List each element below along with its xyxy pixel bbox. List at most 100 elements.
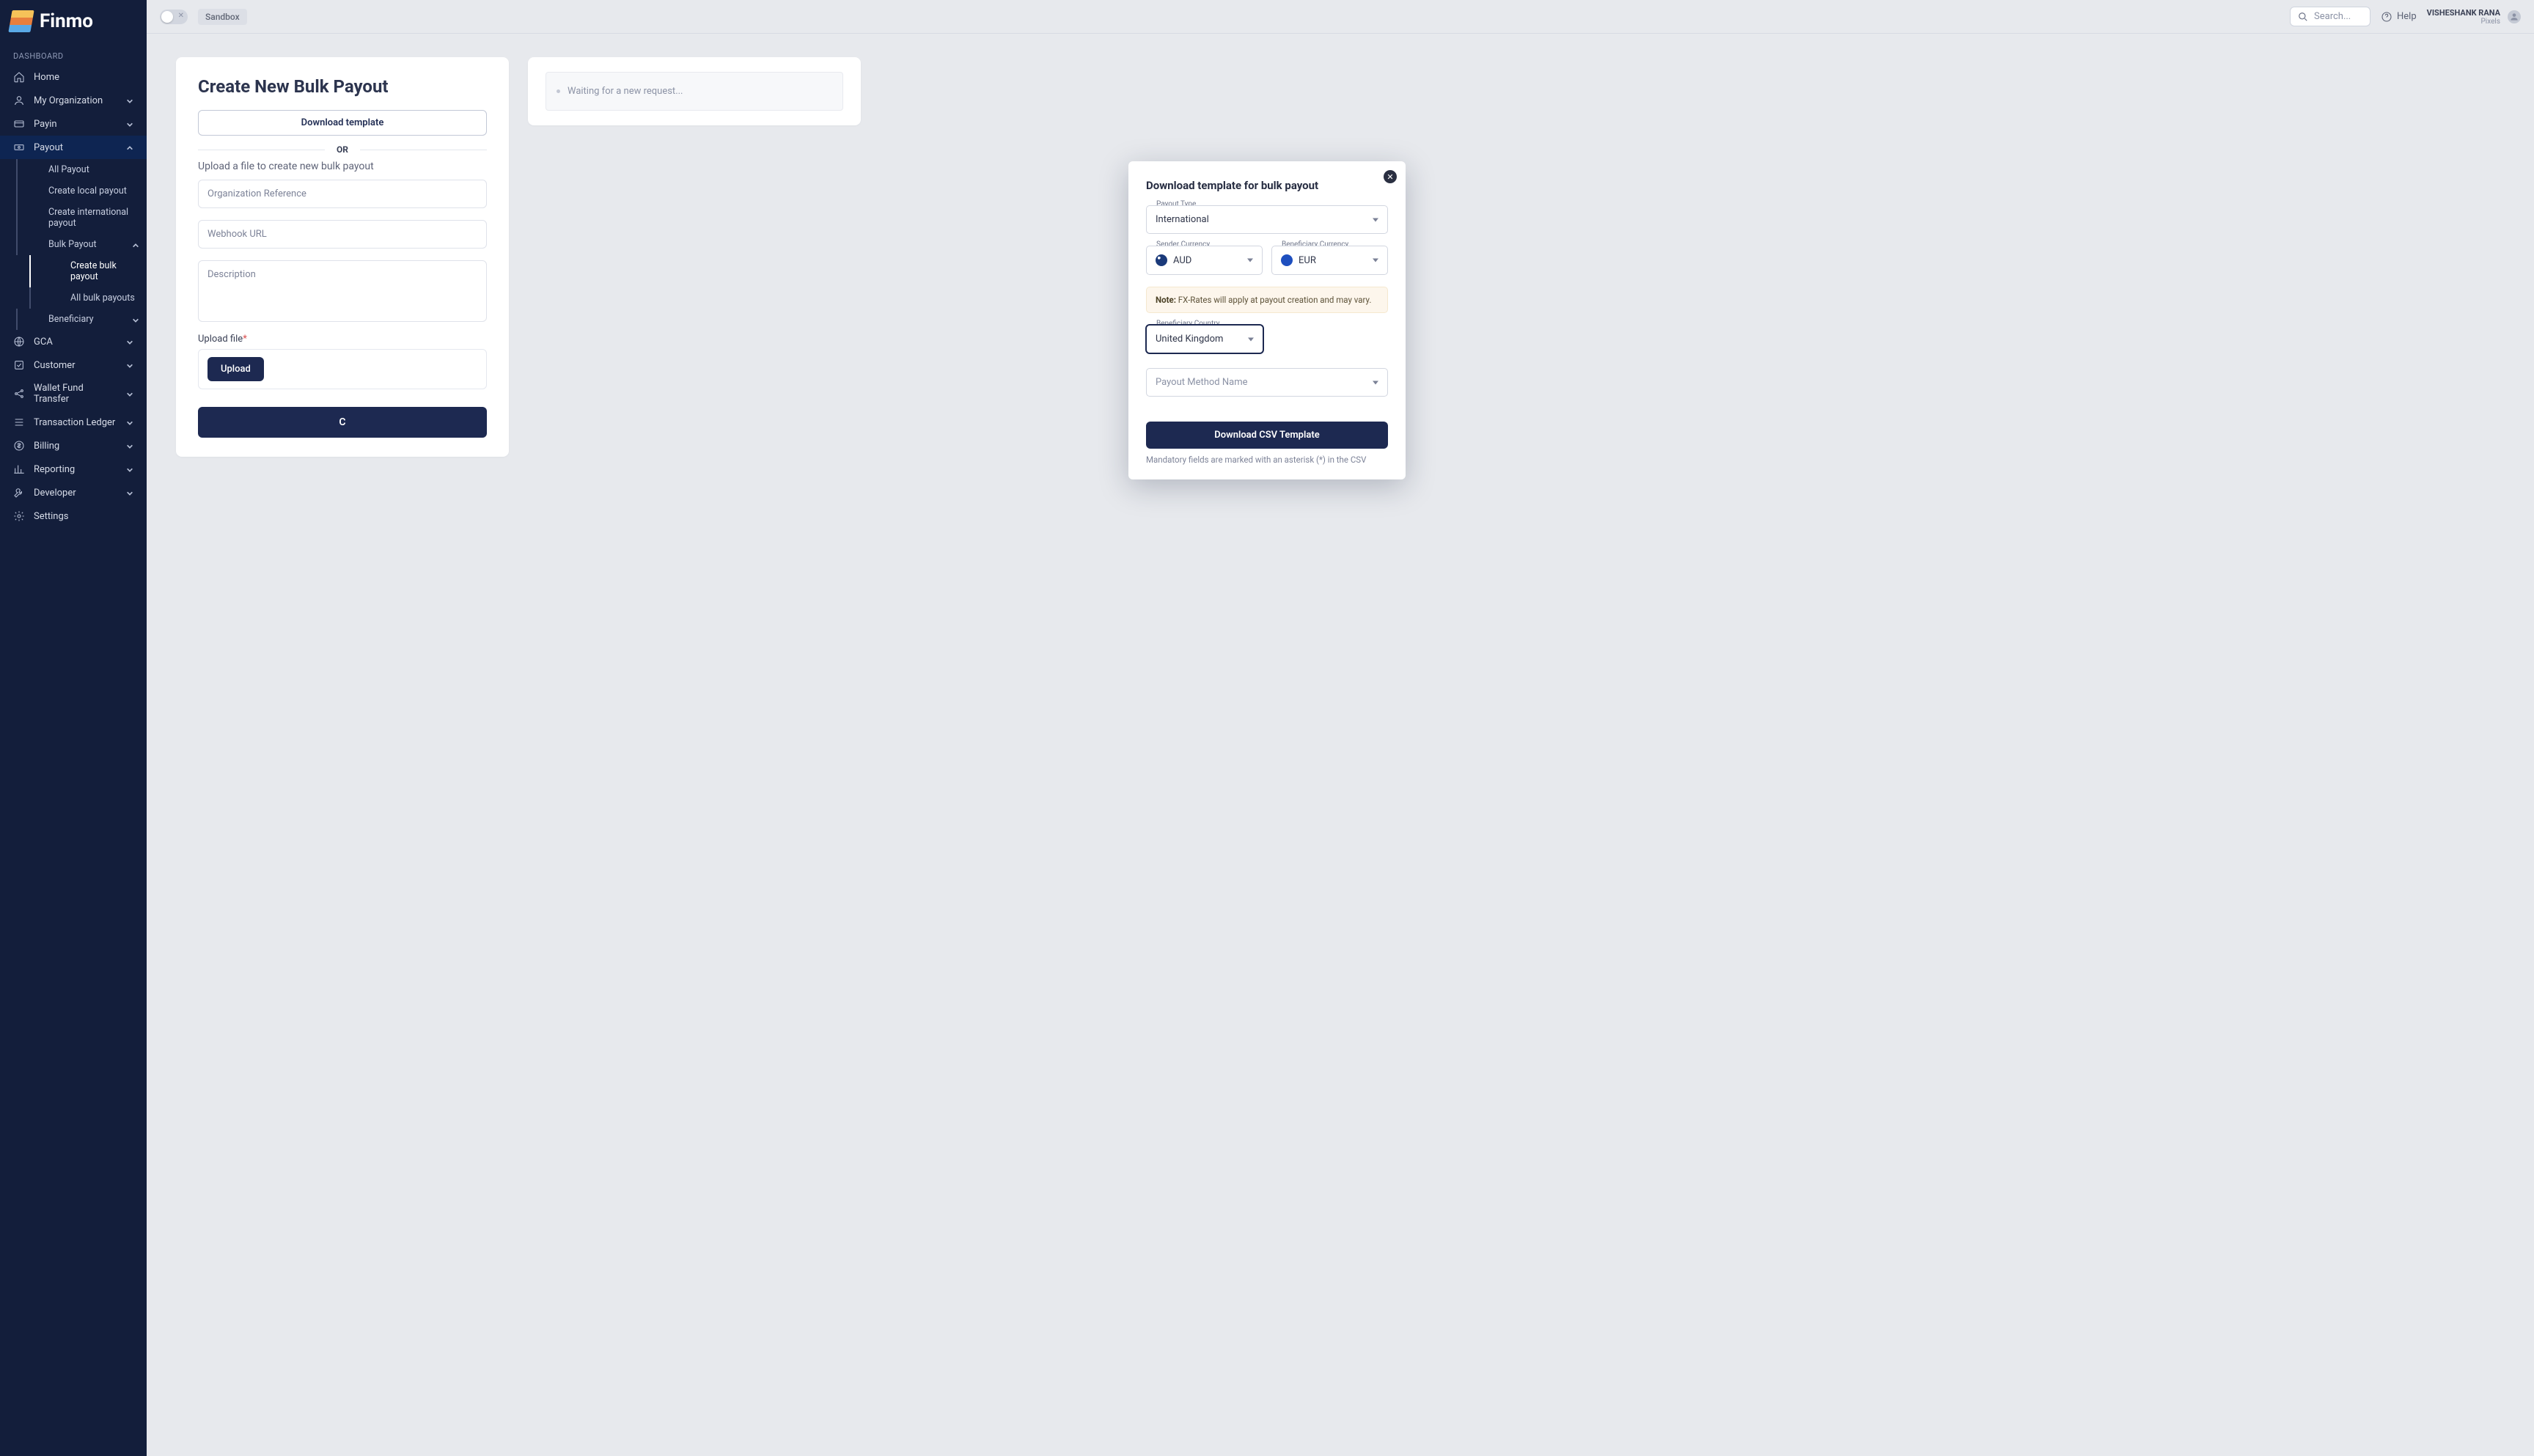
waiting-indicator: Waiting for a new request...: [546, 72, 843, 111]
flag-eur-icon: [1281, 254, 1293, 266]
download-template-button[interactable]: Download template: [198, 110, 487, 136]
chevron-down-icon: [126, 361, 133, 369]
sidebar-item-create-international-payout[interactable]: Create international payout: [16, 202, 147, 234]
sidebar-item-wallet-fund-transfer[interactable]: Wallet Fund Transfer: [0, 377, 147, 411]
sidebar-item-settings[interactable]: Settings: [0, 504, 147, 528]
help-button[interactable]: Help: [2381, 11, 2417, 23]
modal-footer-note: Mandatory fields are marked with an aste…: [1146, 455, 1388, 465]
search-icon: [2298, 12, 2308, 22]
sidebar-item-create-bulk-payout[interactable]: Create bulk payout: [29, 255, 147, 287]
sidebar-item-label: Home: [34, 72, 133, 83]
chart-bar-icon: [13, 463, 25, 475]
gear-icon: [13, 510, 25, 522]
sidebar-item-label: GCA: [34, 337, 117, 348]
fx-rate-note: Note: FX-Rates will apply at payout crea…: [1146, 287, 1388, 313]
create-button[interactable]: C: [198, 407, 487, 438]
topbar: ✕ Sandbox Search... Help VISHESHANK RANA…: [147, 0, 2534, 34]
upload-file-label: Upload file*: [198, 334, 487, 345]
avatar: [2508, 10, 2521, 23]
sidebar-item-customer[interactable]: Customer: [0, 353, 147, 377]
webhook-url-input[interactable]: Webhook URL: [198, 220, 487, 249]
sidebar-item-label: Transaction Ledger: [34, 417, 117, 428]
beneficiary-currency-select[interactable]: EUR: [1271, 246, 1388, 275]
sidebar-item-payin[interactable]: Payin: [0, 112, 147, 136]
organization-reference-input[interactable]: Organization Reference: [198, 180, 487, 208]
sidebar-item-developer[interactable]: Developer: [0, 481, 147, 504]
dollar-circle-icon: [13, 440, 25, 452]
close-modal-button[interactable]: ✕: [1384, 170, 1397, 183]
brand-name: Finmo: [40, 10, 93, 32]
sidebar-item-my-organization[interactable]: My Organization: [0, 89, 147, 112]
sidebar-item-home[interactable]: Home: [0, 65, 147, 89]
payout-type-field: Payout Type International: [1146, 205, 1388, 234]
user-name: VISHESHANK RANA: [2427, 8, 2500, 18]
beneficiary-currency-field: Beneficiary Currency EUR: [1271, 246, 1388, 275]
chevron-down-icon: [132, 316, 139, 323]
wrench-icon: [13, 487, 25, 499]
chevron-down-icon: [126, 97, 133, 104]
sidebar-item-label: All Payout: [48, 164, 89, 175]
sidebar-item-label: Create local payout: [48, 185, 127, 196]
sidebar-item-label: Bulk Payout: [48, 239, 97, 250]
sidebar-item-all-bulk-payouts[interactable]: All bulk payouts: [29, 287, 147, 309]
description-input[interactable]: Description: [198, 260, 487, 322]
sidebar-item-billing[interactable]: Billing: [0, 434, 147, 457]
sidebar-item-label: Billing: [34, 441, 117, 452]
page-title: Create New Bulk Payout: [198, 76, 487, 97]
sidebar-item-bulk-payout[interactable]: Bulk Payout: [16, 234, 147, 255]
beneficiary-country-field: Beneficiary Country United Kingdom: [1146, 325, 1263, 353]
create-bulk-payout-card: Create New Bulk Payout Download template…: [176, 57, 509, 457]
card-icon: [13, 118, 25, 130]
payout-method-field: Payout Method Name: [1146, 368, 1388, 397]
upload-button[interactable]: Upload: [208, 357, 264, 381]
search-input[interactable]: Search...: [2290, 7, 2370, 26]
sidebar-item-label: All bulk payouts: [70, 293, 135, 304]
sender-currency-field: Sender Currency AUD: [1146, 246, 1263, 275]
sidebar-item-label: Create bulk payout: [70, 260, 139, 282]
sender-currency-select[interactable]: AUD: [1146, 246, 1263, 275]
sidebar-item-payout[interactable]: Payout: [0, 136, 147, 159]
help-label: Help: [2397, 11, 2417, 22]
help-icon: [2381, 11, 2392, 23]
user-menu[interactable]: VISHESHANK RANA Pixels: [2427, 8, 2521, 26]
beneficiary-country-select[interactable]: United Kingdom: [1146, 325, 1263, 353]
list-icon: [13, 416, 25, 428]
payout-submenu: All Payout Create local payout Create in…: [0, 159, 147, 330]
payout-method-select[interactable]: Payout Method Name: [1146, 368, 1388, 397]
globe-icon: [13, 336, 25, 348]
chevron-down-icon: [126, 466, 133, 473]
sidebar-item-reporting[interactable]: Reporting: [0, 457, 147, 481]
payout-type-select[interactable]: International: [1146, 205, 1388, 234]
chevron-down-icon: [126, 338, 133, 345]
environment-tag: Sandbox: [198, 9, 247, 25]
brand-logo[interactable]: Finmo: [0, 0, 147, 47]
chevron-down-icon: [126, 419, 133, 426]
cash-icon: [13, 141, 25, 153]
sidebar-item-label: Developer: [34, 488, 117, 499]
sidebar-item-transaction-ledger[interactable]: Transaction Ledger: [0, 411, 147, 434]
sidebar-item-label: Reporting: [34, 464, 117, 475]
sidebar-item-create-local-payout[interactable]: Create local payout: [16, 180, 147, 202]
sidebar-item-gca[interactable]: GCA: [0, 330, 147, 353]
close-icon: ✕: [178, 12, 184, 20]
home-icon: [13, 71, 25, 83]
environment-toggle[interactable]: ✕: [160, 10, 188, 24]
flag-aud-icon: [1156, 254, 1167, 266]
share-icon: [13, 388, 25, 400]
sidebar-item-all-payout[interactable]: All Payout: [16, 159, 147, 180]
user-org: Pixels: [2427, 18, 2500, 26]
sidebar-item-label: My Organization: [34, 95, 117, 106]
download-csv-template-button[interactable]: Download CSV Template: [1146, 422, 1388, 449]
chevron-down-icon: [126, 489, 133, 496]
chevron-down-icon: [126, 442, 133, 449]
sidebar-item-label: Beneficiary: [48, 314, 94, 325]
or-divider: OR: [198, 144, 487, 155]
status-dot-icon: [557, 89, 560, 93]
sidebar-item-beneficiary[interactable]: Beneficiary: [16, 309, 147, 330]
waiting-text: Waiting for a new request...: [568, 86, 683, 97]
sidebar-item-label: Settings: [34, 511, 133, 522]
download-template-modal: ✕ Download template for bulk payout Payo…: [1128, 161, 1406, 479]
sidebar-item-label: Payin: [34, 119, 117, 130]
sidebar-item-label: Customer: [34, 360, 117, 371]
upload-file-box: Upload: [198, 349, 487, 389]
